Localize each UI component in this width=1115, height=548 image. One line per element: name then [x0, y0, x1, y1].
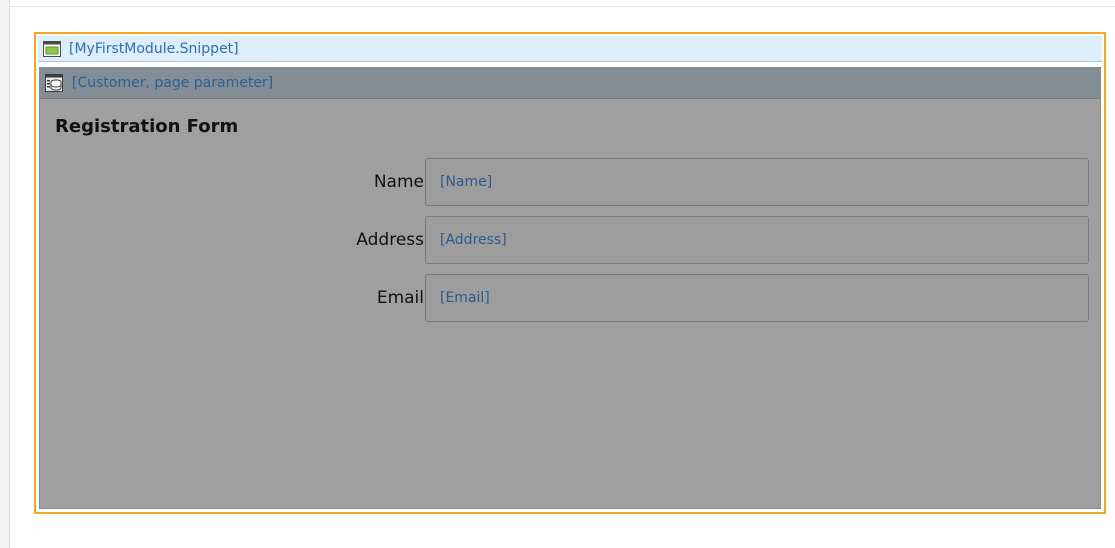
snippet-header[interactable]: [MyFirstModule.Snippet] [38, 36, 1102, 62]
email-input-value: [Email] [440, 290, 490, 306]
dataview-container[interactable]: [Customer, page parameter] Registration … [39, 67, 1101, 509]
email-row: Email [Email] [40, 274, 1100, 322]
form-heading: Registration Form [55, 116, 239, 137]
page-canvas: [MyFirstModule.Snippet] [Customer, page … [0, 0, 1115, 548]
dataview-title: [Customer, page parameter] [72, 75, 274, 91]
email-label: Email [376, 288, 424, 308]
address-label: Address [356, 230, 424, 250]
top-divider [10, 6, 1115, 7]
address-input[interactable]: [Address] [425, 216, 1089, 264]
snippet-icon [42, 39, 62, 59]
address-input-value: [Address] [440, 232, 507, 248]
dataview-icon [44, 73, 64, 93]
name-row: Name [Name] [40, 158, 1100, 206]
address-row: Address [Address] [40, 216, 1100, 264]
name-input[interactable]: [Name] [425, 158, 1089, 206]
dataview-header[interactable]: [Customer, page parameter] [40, 68, 1100, 99]
snippet-title: [MyFirstModule.Snippet] [69, 40, 239, 57]
name-input-value: [Name] [440, 174, 493, 190]
email-input[interactable]: [Email] [425, 274, 1089, 322]
name-label: Name [373, 172, 424, 192]
snippet-container[interactable]: [MyFirstModule.Snippet] [Customer, page … [34, 32, 1106, 514]
left-gutter [0, 0, 10, 548]
